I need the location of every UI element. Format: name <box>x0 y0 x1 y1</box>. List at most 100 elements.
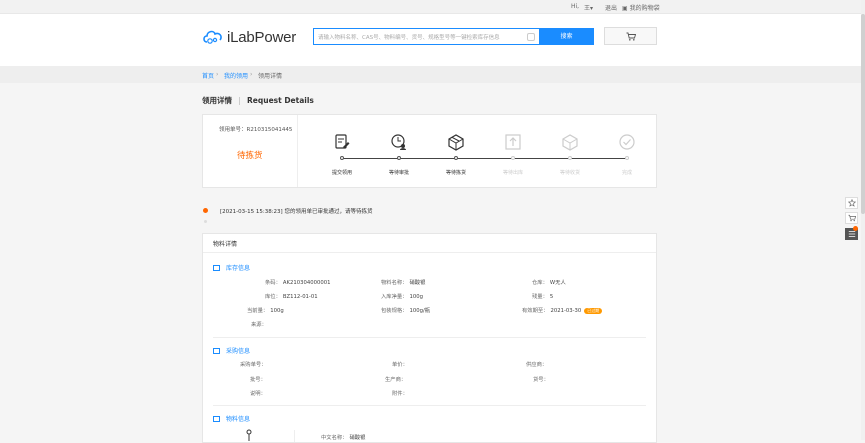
request-summary: 领用单号：R210315041445 待拣货 <box>203 115 298 187</box>
notification-badge <box>853 226 858 231</box>
divider <box>213 337 646 338</box>
expiry-label: 有效期至： <box>522 308 549 314</box>
logo[interactable]: iLabPower <box>202 27 296 47</box>
barcode-label: 条码： <box>265 280 281 286</box>
request-number: 领用单号：R210315041445 <box>219 125 292 133</box>
current-amount-value: 100g <box>270 308 284 314</box>
breadcrumb-home[interactable]: 首页 <box>202 71 214 80</box>
attachment-field: 附件： <box>392 389 408 397</box>
supplier-field: 供应商： <box>526 360 547 368</box>
detail-header: 物料详情 <box>213 241 238 248</box>
cn-name-label: 中文名称： <box>321 435 348 441</box>
request-status-panel: 领用单号：R210315041445 待拣货 提交领用 等待审批 等待拣货 等待… <box>202 114 657 188</box>
step-outbound: 等待出库 <box>493 133 533 176</box>
cn-name-value: 硝酸银 <box>349 435 366 441</box>
batch-label: 批号： <box>250 377 266 383</box>
step-label: 等待拣货 <box>445 170 466 176</box>
split-field: 残量： 5 <box>532 292 553 300</box>
divider <box>203 252 656 253</box>
search-button[interactable]: 搜索 <box>539 28 594 45</box>
user-menu[interactable]: 王▾ <box>584 3 593 12</box>
unit-price-label: 单价： <box>392 362 408 368</box>
warehouse-label: 仓库： <box>532 280 548 286</box>
cart-icon <box>847 214 856 222</box>
net-weight-label: 入库净量： <box>381 294 408 300</box>
breadcrumb-separator: › <box>216 71 219 78</box>
material-name-field: 物料名称： 硝酸银 <box>381 278 425 286</box>
step-approval: 等待审批 <box>379 133 419 176</box>
net-weight-value: 100g <box>409 294 423 300</box>
source-field: 来源： <box>251 320 267 328</box>
logout-link[interactable]: 退出 <box>605 3 617 12</box>
location-field: 库位： BZ112-01-01 <box>265 292 318 300</box>
scrollbar-thumb[interactable] <box>861 14 865 214</box>
attachment-label: 附件： <box>392 391 408 397</box>
breadcrumb: 首页 › 我的领用 › 领用详情 <box>0 66 865 83</box>
step-label: 完成 <box>621 170 632 176</box>
camera-icon[interactable] <box>527 33 535 41</box>
split-value: 5 <box>549 294 554 300</box>
search-bar[interactable]: 请输入物料名称、CAS号、物料编号、货号、规格型号等一键检索库存信息 搜索 <box>313 28 594 45</box>
cart-icon <box>626 32 636 41</box>
breadcrumb-my-requests[interactable]: 我的领用 <box>224 71 248 80</box>
current-amount-field: 当前量： 100g <box>247 306 284 314</box>
source-label: 来源： <box>251 322 267 328</box>
step-label: 等待收货 <box>559 170 580 176</box>
step-picking: 等待拣货 <box>436 133 476 176</box>
material-name-value: 硝酸银 <box>409 280 426 286</box>
document-edit-icon <box>335 134 350 149</box>
batch-field: 批号： <box>250 375 266 383</box>
breadcrumb-separator: › <box>250 71 253 78</box>
top-utility-bar: Hi, 王▾ 退出 ▣ 我的购物袋 <box>0 0 865 14</box>
description-label: 说明： <box>250 391 266 397</box>
side-cart-button[interactable] <box>845 212 858 224</box>
favorite-button[interactable] <box>845 197 858 209</box>
stock-icon <box>213 264 220 271</box>
material-section-title: 物料信息 <box>213 414 250 423</box>
purchase-title-text: 采购信息 <box>226 348 251 355</box>
search-input[interactable]: 请输入物料名称、CAS号、物料编号、货号、规格型号等一键检索库存信息 <box>318 33 500 41</box>
expired-badge: 已过期 <box>584 307 603 314</box>
material-detail-panel: 物料详情 库存信息 条码： AK210304000001 物料名称： 硝酸银 仓库：… <box>202 233 657 443</box>
net-weight-field: 入库净量： 100g <box>381 292 423 300</box>
split-label: 残量： <box>532 294 548 300</box>
my-cart-label: 我的购物袋 <box>629 5 660 12</box>
purchase-order-field: 采购单号： <box>240 360 267 368</box>
bag-icon: ▣ <box>622 5 628 12</box>
item-number-field: 货号： <box>533 375 549 383</box>
supplier-label: 供应商： <box>526 362 548 368</box>
material-name-label: 物料名称： <box>381 280 408 286</box>
barcode-field: 条码： AK210304000001 <box>265 278 330 286</box>
warehouse-field: 仓库： W无人 <box>532 278 566 286</box>
barcode-value: AK210304000001 <box>282 280 331 286</box>
greeting-text: Hi, <box>571 3 580 10</box>
cart-button[interactable] <box>604 27 657 45</box>
page-title-en: Request Details <box>247 96 314 105</box>
expiry-value: 2021-03-30 <box>550 308 582 314</box>
location-label: 库位： <box>265 294 281 300</box>
material-title-text: 物料信息 <box>226 416 251 423</box>
page-scrollbar[interactable] <box>861 0 865 440</box>
step-label: 等待审批 <box>388 170 409 176</box>
title-divider <box>239 97 240 105</box>
purchase-section-title: 采购信息 <box>213 346 250 355</box>
step-receiving: 等待收货 <box>550 133 590 176</box>
step-label: 等待出库 <box>502 170 523 176</box>
divider <box>294 430 295 442</box>
stock-title-text: 库存信息 <box>226 265 251 272</box>
chevron-down-icon: ▾ <box>590 5 594 12</box>
material-icon <box>213 415 220 422</box>
package-spec-label: 包装规格： <box>381 308 408 314</box>
check-circle-icon <box>619 134 635 150</box>
upload-icon <box>505 134 521 150</box>
step-label: 提交领用 <box>331 170 352 176</box>
stock-section-title: 库存信息 <box>213 263 250 272</box>
manufacturer-field: 生产商： <box>385 375 406 383</box>
expiry-field: 有效期至： 2021-03-30 已过期 <box>522 306 603 314</box>
my-cart-link[interactable]: ▣ 我的购物袋 <box>622 3 660 12</box>
current-amount-label: 当前量： <box>247 308 269 314</box>
list-icon <box>848 231 855 237</box>
location-value: BZ112-01-01 <box>282 294 318 300</box>
package-spec-value: 100g/瓶 <box>409 308 431 314</box>
box-icon <box>448 134 464 151</box>
